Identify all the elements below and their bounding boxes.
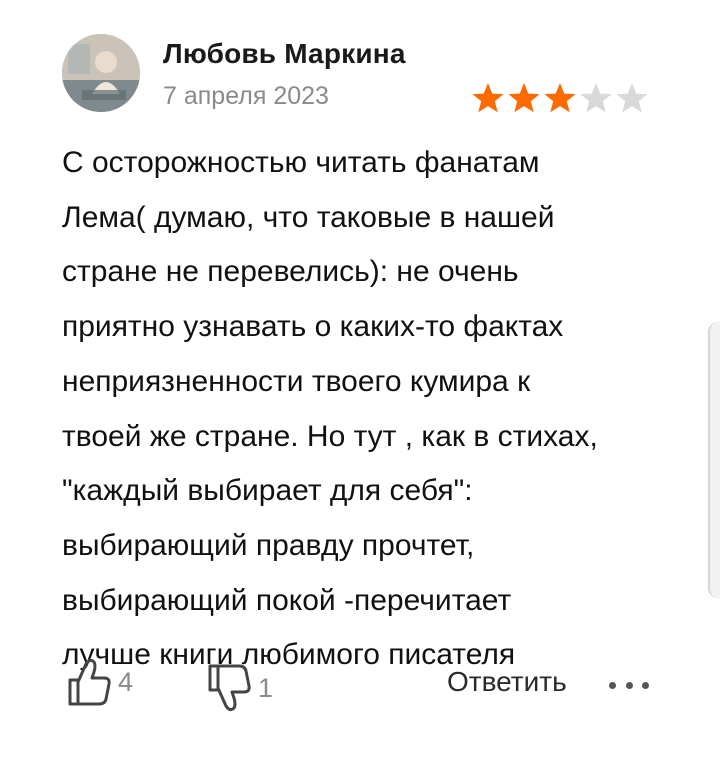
star-filled-icon bbox=[544, 83, 576, 113]
dislike-count: 1 bbox=[258, 672, 274, 703]
like-button[interactable]: 4 bbox=[64, 654, 133, 710]
review-text-line: Лема( думаю, что таковые в нашей bbox=[62, 200, 555, 234]
star-empty-icon bbox=[580, 83, 612, 113]
more-dots-icon bbox=[642, 681, 649, 689]
review-text-line: неприязненности твоего кумира к bbox=[62, 364, 531, 398]
review-text-line: выбирающий покой -перечитает bbox=[62, 583, 512, 617]
scrollbar[interactable] bbox=[708, 322, 720, 598]
review-text-line: выбирающий правду прочтет, bbox=[62, 528, 475, 562]
review-text-line: стране не перевелись): не очень bbox=[62, 255, 519, 289]
star-filled-icon bbox=[472, 83, 504, 113]
like-count: 4 bbox=[118, 666, 134, 697]
more-dots-icon bbox=[625, 681, 633, 689]
dislike-button[interactable]: 1 bbox=[204, 660, 273, 716]
star-filled-icon bbox=[508, 83, 540, 113]
more-options-button[interactable] bbox=[606, 670, 652, 700]
thumbs-down-icon bbox=[208, 664, 251, 712]
review-card: Любовь Маркина 7 апреля 2023 С осторожно… bbox=[0, 0, 720, 762]
author-name[interactable]: Любовь Маркина bbox=[163, 38, 406, 70]
avatar[interactable] bbox=[62, 34, 140, 112]
thumbs-up-icon bbox=[68, 658, 111, 706]
review-text: С осторожностью читать фанатам Лема( дума… bbox=[62, 136, 662, 683]
star-empty-icon bbox=[616, 83, 648, 113]
review-actions: 4 1 Ответить bbox=[0, 650, 720, 720]
review-text-line: приятно узнавать о каких-то фактах bbox=[62, 310, 564, 344]
avatar-photo bbox=[62, 34, 140, 112]
review-text-line: С осторожностью читать фанатам bbox=[62, 146, 540, 179]
review-text-line: "каждый выбирает для себя": bbox=[62, 474, 473, 508]
review-text-line: твоей же стране. Но тут , как в стихах, bbox=[62, 419, 598, 453]
more-dots-icon bbox=[609, 681, 616, 689]
review-date: 7 апреля 2023 bbox=[163, 82, 329, 110]
star-rating bbox=[470, 80, 650, 116]
reply-button[interactable]: Ответить bbox=[447, 666, 567, 698]
